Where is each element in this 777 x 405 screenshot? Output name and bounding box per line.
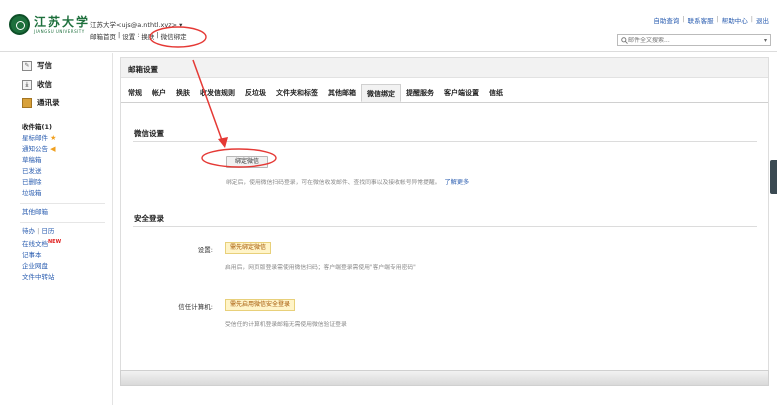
main-content: 邮箱设置 常规 帐户 换肤 收发信规则 反垃圾 文件夹和标签 其他邮箱 微信绑定… — [114, 53, 777, 405]
section-divider — [133, 226, 757, 227]
settings-title-bar: 邮箱设置 — [121, 58, 768, 78]
tab-account[interactable]: 帐户 — [147, 84, 171, 102]
tab-client-settings[interactable]: 客户端设置 — [439, 84, 484, 102]
tab-general[interactable]: 常规 — [123, 84, 147, 102]
folder-sent[interactable]: 已发送 — [22, 166, 105, 177]
address-book-icon — [22, 97, 32, 108]
university-logo[interactable]: 江苏大学 JIANGSU UNIVERSITY — [9, 14, 90, 35]
star-icon: ★ — [50, 134, 57, 142]
tab-anti-spam[interactable]: 反垃圾 — [240, 84, 271, 102]
crumb-separator: | — [156, 31, 159, 39]
compose-label: 写信 — [37, 61, 52, 70]
netdisk-link[interactable]: 企业网盘 — [22, 261, 105, 272]
notes-link[interactable]: 记事本 — [22, 250, 105, 261]
crumb-settings[interactable]: 设置 — [122, 31, 135, 41]
contacts-button[interactable]: 通讯录 — [22, 97, 60, 108]
header: 江苏大学 JIANGSU UNIVERSITY 江苏大学<ujs@a.nthtl… — [0, 0, 777, 52]
self-service-link[interactable]: 自助查询 — [653, 15, 679, 25]
folder-list: 收件箱(1) 星标邮件 ★ 通知公告 ◀ 草稿箱 已发送 已删除 垃圾箱 其他邮… — [20, 122, 105, 283]
security-setting-hint: 启用后，网页版登录需使用微信扫码；客户端登录需使用"客户端专用密码" — [225, 265, 416, 271]
todo-calendar-row: 待办 | 日历 — [22, 227, 55, 235]
contacts-label: 通讯录 — [37, 98, 60, 107]
search-icon — [621, 36, 628, 44]
settings-footer-bar — [120, 370, 769, 386]
sidebar: ✎ 写信 ⤓ 收信 通讯录 收件箱(1) 星标邮件 ★ 通知公告 ◀ 草稿箱 已… — [0, 53, 113, 405]
tab-other-mailboxes[interactable]: 其他邮箱 — [323, 84, 361, 102]
tab-reminder-service[interactable]: 提醒服务 — [401, 84, 439, 102]
divider — [20, 203, 105, 204]
online-docs-link[interactable]: 在线文档NEW — [22, 237, 105, 250]
folder-spam[interactable]: 垃圾箱 — [22, 188, 105, 199]
other-mailboxes[interactable]: 其他邮箱 — [22, 207, 105, 218]
wechat-section-title: 微信设置 — [134, 129, 164, 138]
university-seal-icon — [9, 14, 30, 35]
tab-folders-labels[interactable]: 文件夹和标签 — [271, 84, 323, 102]
tab-stationery[interactable]: 信纸 — [484, 84, 508, 102]
tab-skin[interactable]: 换肤 — [171, 84, 195, 102]
contact-support-link[interactable]: 联系客服 — [688, 15, 714, 25]
help-center-link[interactable]: 帮助中心 — [722, 15, 748, 25]
tab-mail-rules[interactable]: 收发信规则 — [195, 84, 240, 102]
page-title: 邮箱设置 — [128, 65, 158, 74]
todo-link[interactable]: 待办 — [22, 227, 35, 235]
receive-button[interactable]: ⤓ 收信 — [22, 79, 52, 90]
settings-panel: 邮箱设置 常规 帐户 换肤 收发信规则 反垃圾 文件夹和标签 其他邮箱 微信绑定… — [120, 57, 769, 380]
security-setting-label: 设置: — [197, 246, 213, 254]
security-section-title: 安全登录 — [134, 214, 164, 223]
folder-starred[interactable]: 星标邮件 ★ — [22, 133, 105, 144]
new-badge: NEW — [48, 239, 62, 245]
crumb-current-wechat-binding: 微信绑定 — [160, 33, 187, 41]
bind-wechat-button[interactable]: 绑定微信 — [226, 156, 268, 168]
compose-button[interactable]: ✎ 写信 — [22, 60, 52, 71]
logo-english-name: JIANGSU UNIVERSITY — [34, 28, 85, 34]
tab-wechat-binding[interactable]: 微信绑定 — [361, 84, 401, 102]
crumb-separator: : — [137, 31, 140, 39]
divider — [20, 222, 105, 223]
crumb-mail-home[interactable]: 邮箱首页 — [90, 31, 116, 41]
megaphone-icon: ◀ — [50, 145, 56, 153]
logo-chinese-name: 江苏大学 — [34, 14, 91, 29]
wechat-bind-hint: 绑定后，使用微信扫码登录，可在微信收发邮件、查找同事以及接收帐号异常提醒。 了解更… — [226, 179, 470, 186]
require-secure-login-badge: 需先启用微信安全登录 — [225, 299, 296, 311]
require-wechat-binding-badge: 需先绑定微信 — [225, 242, 272, 254]
breadcrumb: 邮箱首页 | 设置 : 换肤 | 微信绑定 — [90, 31, 187, 41]
settings-tabs: 常规 帐户 换肤 收发信规则 反垃圾 文件夹和标签 其他邮箱 微信绑定 提醒服务… — [121, 84, 768, 103]
receive-label: 收信 — [37, 80, 52, 89]
trusted-computer-label: 信任计算机: — [178, 303, 213, 311]
trusted-computer-hint: 受信任的计算机登录邮箱无需使用微信验证登录 — [225, 322, 347, 328]
logout-link[interactable]: 退出 — [756, 15, 769, 25]
mail-search-input[interactable] — [628, 36, 758, 44]
folder-notice[interactable]: 通知公告 ◀ — [22, 144, 105, 155]
inbox-tray-icon: ⤓ — [22, 79, 32, 90]
crumb-skin[interactable]: 换肤 — [141, 31, 154, 41]
section-divider — [133, 141, 757, 142]
mail-search-box: ▾ — [617, 34, 771, 46]
pencil-icon: ✎ — [22, 60, 32, 71]
crumb-separator: | — [118, 31, 121, 39]
account-menu[interactable]: 江苏大学<ujs@a.nthtl.xyz> ▾ — [90, 19, 182, 29]
top-links: 自助查询 | 联系客服 | 帮助中心 | 退出 — [653, 15, 769, 25]
file-transfer-link[interactable]: 文件中转站 — [22, 272, 105, 283]
side-panel-handle[interactable] — [770, 160, 777, 194]
calendar-link[interactable]: 日历 — [41, 227, 54, 235]
folder-inbox[interactable]: 收件箱(1) — [22, 122, 105, 133]
folder-deleted[interactable]: 已删除 — [22, 177, 105, 188]
learn-more-link[interactable]: 了解更多 — [445, 179, 470, 186]
folder-drafts[interactable]: 草稿箱 — [22, 155, 105, 166]
search-dropdown-icon[interactable]: ▾ — [764, 37, 767, 44]
